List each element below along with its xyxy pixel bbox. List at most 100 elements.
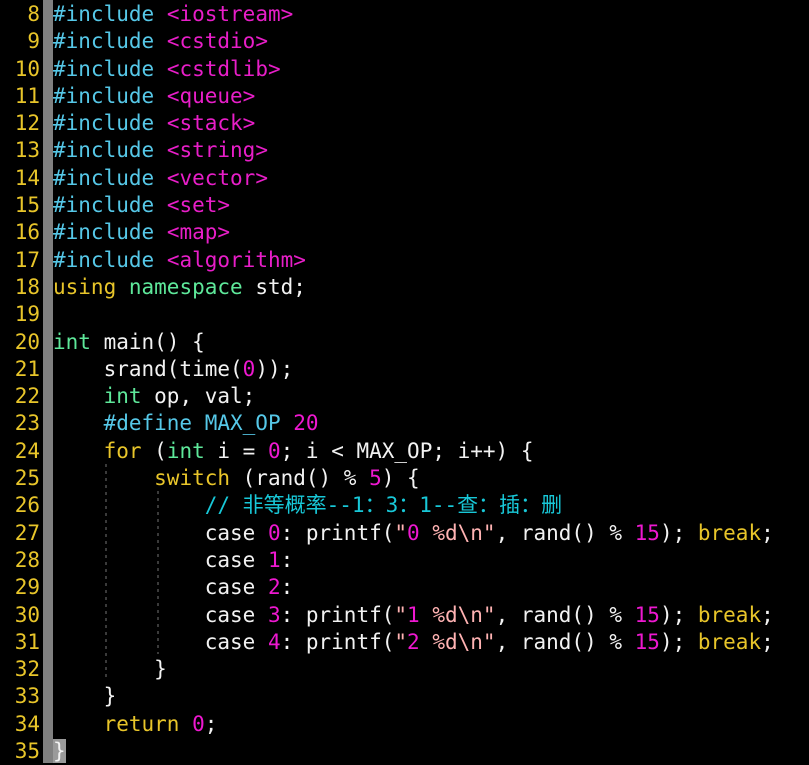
code-line[interactable]: 17 #include <algorithm>	[0, 247, 809, 274]
code-token: break	[697, 629, 762, 654]
gutter-gap	[40, 547, 53, 574]
code-text[interactable]: #include <string>	[53, 138, 268, 162]
code-token: , rand() %	[495, 602, 635, 627]
code-line[interactable]: 26 // 非等概率--1：3：1--查：插：删	[0, 492, 809, 519]
code-text[interactable]: case 2:	[53, 575, 294, 600]
code-text[interactable]: return 0;	[53, 711, 218, 736]
code-token: "	[394, 629, 408, 654]
line-number: 11	[14, 83, 40, 108]
code-token: <queue>	[166, 83, 256, 108]
code-text[interactable]: #include <stack>	[53, 111, 255, 135]
code-editor[interactable]: 8 #include <iostream> 9 #include <cstdio>…	[0, 0, 809, 765]
code-line[interactable]: 18 using namespace std;	[0, 274, 809, 301]
code-line[interactable]: 24 for (int i = 0; i < MAX_OP; i++) {	[0, 438, 809, 465]
code-token: :	[280, 547, 294, 572]
code-line[interactable]: 14 #include <vector>	[0, 165, 809, 192]
line-number: 10	[14, 56, 40, 81]
code-line[interactable]: 19	[0, 301, 809, 328]
code-line[interactable]: 10 #include <cstdlib>	[0, 56, 809, 83]
line-number: 12	[14, 111, 40, 136]
code-line[interactable]: 25 switch (rand() % 5) {	[0, 465, 809, 492]
code-line[interactable]: 30 case 3: printf("1 %d\n", rand() % 15)…	[0, 602, 809, 629]
code-token: ));	[255, 356, 294, 381]
code-line[interactable]: 32 }	[0, 656, 809, 683]
code-text[interactable]: #include <map>	[53, 220, 230, 244]
code-text[interactable]: #include <iostream>	[53, 2, 293, 26]
code-token: 20	[293, 411, 319, 436]
code-token: }	[53, 657, 167, 682]
code-text[interactable]: // 非等概率--1：3：1--查：插：删	[53, 493, 562, 517]
code-line[interactable]: 35 }	[0, 738, 809, 765]
code-text[interactable]: case 0: printf("0 %d\n", rand() % 15); b…	[53, 521, 774, 545]
code-line[interactable]: 11 #include <queue>	[0, 83, 809, 110]
code-line[interactable]: 9 #include <cstdio>	[0, 28, 809, 55]
code-text[interactable]: #include <algorithm>	[53, 248, 306, 272]
code-text[interactable]: srand(time(0));	[53, 356, 294, 381]
code-token: <cstdio>	[166, 29, 268, 54]
code-line[interactable]: 21 srand(time(0));	[0, 356, 809, 383]
code-token: (rand() %	[230, 466, 370, 491]
code-line[interactable]: 23 #define MAX_OP 20	[0, 410, 809, 437]
code-text[interactable]: #include <cstdio>	[53, 29, 268, 53]
code-text[interactable]: #define MAX_OP 20	[53, 411, 319, 435]
code-text[interactable]: using namespace std;	[53, 275, 306, 299]
code-lines[interactable]: 8 #include <iostream> 9 #include <cstdio>…	[0, 0, 809, 765]
code-text[interactable]: case 4: printf("2 %d\n", rand() % 15); b…	[53, 630, 774, 654]
code-text[interactable]: }	[53, 739, 66, 764]
code-line[interactable]: 34 return 0;	[0, 711, 809, 738]
code-line[interactable]: 31 case 4: printf("2 %d\n", rand() % 15)…	[0, 629, 809, 656]
code-text[interactable]: }	[53, 684, 117, 708]
code-text[interactable]: int op, val;	[53, 384, 256, 408]
code-line[interactable]: 29 case 2:	[0, 574, 809, 601]
line-number: 15	[14, 193, 40, 218]
code-text[interactable]: switch (rand() % 5) {	[53, 466, 420, 490]
gutter-gap	[40, 711, 53, 738]
code-line[interactable]: 33 }	[0, 683, 809, 710]
code-line[interactable]: 27 case 0: printf("0 %d\n", rand() % 15)…	[0, 520, 809, 547]
code-line[interactable]: 13 #include <string>	[0, 137, 809, 164]
code-token: main() {	[90, 329, 205, 354]
code-token: #include	[53, 29, 155, 54]
code-text[interactable]: int main() {	[53, 330, 205, 354]
code-token: case	[53, 629, 268, 654]
code-line[interactable]: 20 int main() {	[0, 329, 809, 356]
code-text[interactable]: for (int i = 0; i < MAX_OP; i++) {	[53, 439, 534, 463]
code-line[interactable]: 22 int op, val;	[0, 383, 809, 410]
code-line[interactable]: 12 #include <stack>	[0, 110, 809, 137]
code-text[interactable]: }	[53, 657, 167, 681]
code-token: 1	[267, 547, 281, 572]
code-token: return	[103, 711, 180, 736]
code-token: 0	[192, 711, 205, 736]
code-token: 0	[407, 520, 420, 545]
code-token: <iostream>	[166, 2, 294, 26]
code-text[interactable]: case 1:	[53, 547, 294, 572]
gutter-gap	[40, 192, 53, 219]
code-token: 3	[267, 602, 281, 627]
code-text[interactable]: #include <cstdlib>	[53, 57, 281, 81]
code-token: #include	[53, 193, 155, 218]
gutter-gap	[40, 28, 53, 55]
code-token: : printf(	[280, 629, 395, 654]
code-line[interactable]: 15 #include <set>	[0, 192, 809, 219]
code-text[interactable]: case 3: printf("1 %d\n", rand() % 15); b…	[53, 603, 774, 627]
code-token: 0	[267, 438, 281, 463]
code-token: (	[141, 438, 167, 463]
code-text[interactable]: #include <queue>	[53, 84, 255, 108]
code-token: , rand() %	[495, 520, 635, 545]
gutter-gap	[40, 465, 53, 492]
code-token: : printf(	[280, 602, 395, 627]
code-line[interactable]: 28 case 1:	[0, 547, 809, 574]
code-token: case	[53, 575, 268, 600]
code-line[interactable]: 16 #include <map>	[0, 219, 809, 246]
gutter-gap	[40, 438, 53, 465]
code-text[interactable]: #include <set>	[53, 193, 230, 217]
code-token: <algorithm>	[166, 247, 306, 272]
code-text[interactable]: #include <vector>	[53, 166, 268, 190]
code-line[interactable]: 8 #include <iostream>	[0, 1, 809, 28]
